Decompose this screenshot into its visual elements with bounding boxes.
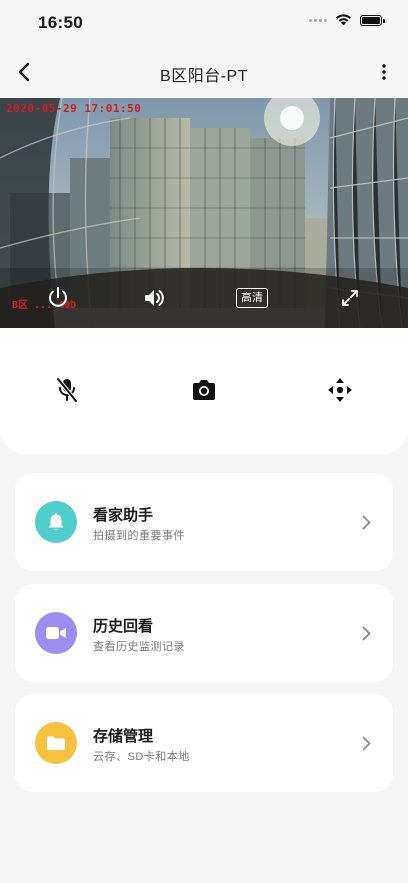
video-feed[interactable]: 2020-05-29 17:01:50 B区 ... 40D 高清 [0, 98, 408, 328]
video-camera-icon-circle [35, 612, 77, 654]
cellular-signal-icon [309, 18, 327, 22]
card-title: 历史回看 [93, 618, 154, 635]
fullscreen-icon [342, 290, 358, 306]
more-vertical-icon [382, 64, 386, 80]
wifi-icon [336, 14, 351, 26]
hd-label: 高清 [236, 288, 268, 308]
folder-icon-circle [35, 722, 77, 764]
camera-icon [193, 380, 215, 400]
card-subtitle: 查看历史监测记录 [93, 641, 185, 653]
more-button[interactable] [372, 58, 396, 86]
status-time: 16:50 [38, 13, 83, 32]
control-panel [0, 328, 408, 454]
ptz-control-button[interactable] [322, 374, 358, 406]
status-bar: 16:50 [0, 0, 408, 46]
chevron-right-icon [359, 511, 373, 533]
card-storage-management[interactable]: 存储管理 云存、SD卡和本地 [15, 694, 393, 792]
chevron-right-icon [359, 732, 373, 754]
card-subtitle: 云存、SD卡和本地 [93, 751, 190, 763]
video-controls: 高清 [0, 282, 408, 314]
card-home-assistant[interactable]: 看家助手 拍摄到的重要事件 [15, 473, 393, 571]
power-button[interactable] [44, 282, 72, 314]
hd-toggle-button[interactable]: 高清 [234, 282, 270, 314]
speaker-icon [145, 290, 164, 306]
card-history-playback[interactable]: 历史回看 查看历史监测记录 [15, 584, 393, 682]
fullscreen-button[interactable] [338, 282, 362, 314]
card-title: 看家助手 [93, 507, 154, 524]
nav-bar: B区阳台-PT [0, 50, 408, 94]
card-subtitle: 拍摄到的重要事件 [93, 530, 185, 542]
snapshot-button[interactable] [186, 374, 222, 406]
power-icon [49, 287, 67, 307]
microphone-muted-icon [56, 377, 78, 403]
osd-timestamp: 2020-05-29 17:01:50 [6, 102, 142, 115]
folder-icon [47, 736, 65, 750]
volume-button[interactable] [140, 282, 168, 314]
video-camera-icon [46, 627, 66, 639]
chevron-right-icon [359, 622, 373, 644]
page-title: B区阳台-PT [160, 68, 248, 85]
card-title: 存储管理 [93, 728, 154, 745]
microphone-button[interactable] [49, 374, 85, 406]
status-icons [309, 14, 385, 26]
bell-icon-circle [35, 501, 77, 543]
battery-icon [360, 14, 385, 26]
direction-pad-icon [328, 378, 352, 402]
bell-icon [48, 513, 64, 531]
